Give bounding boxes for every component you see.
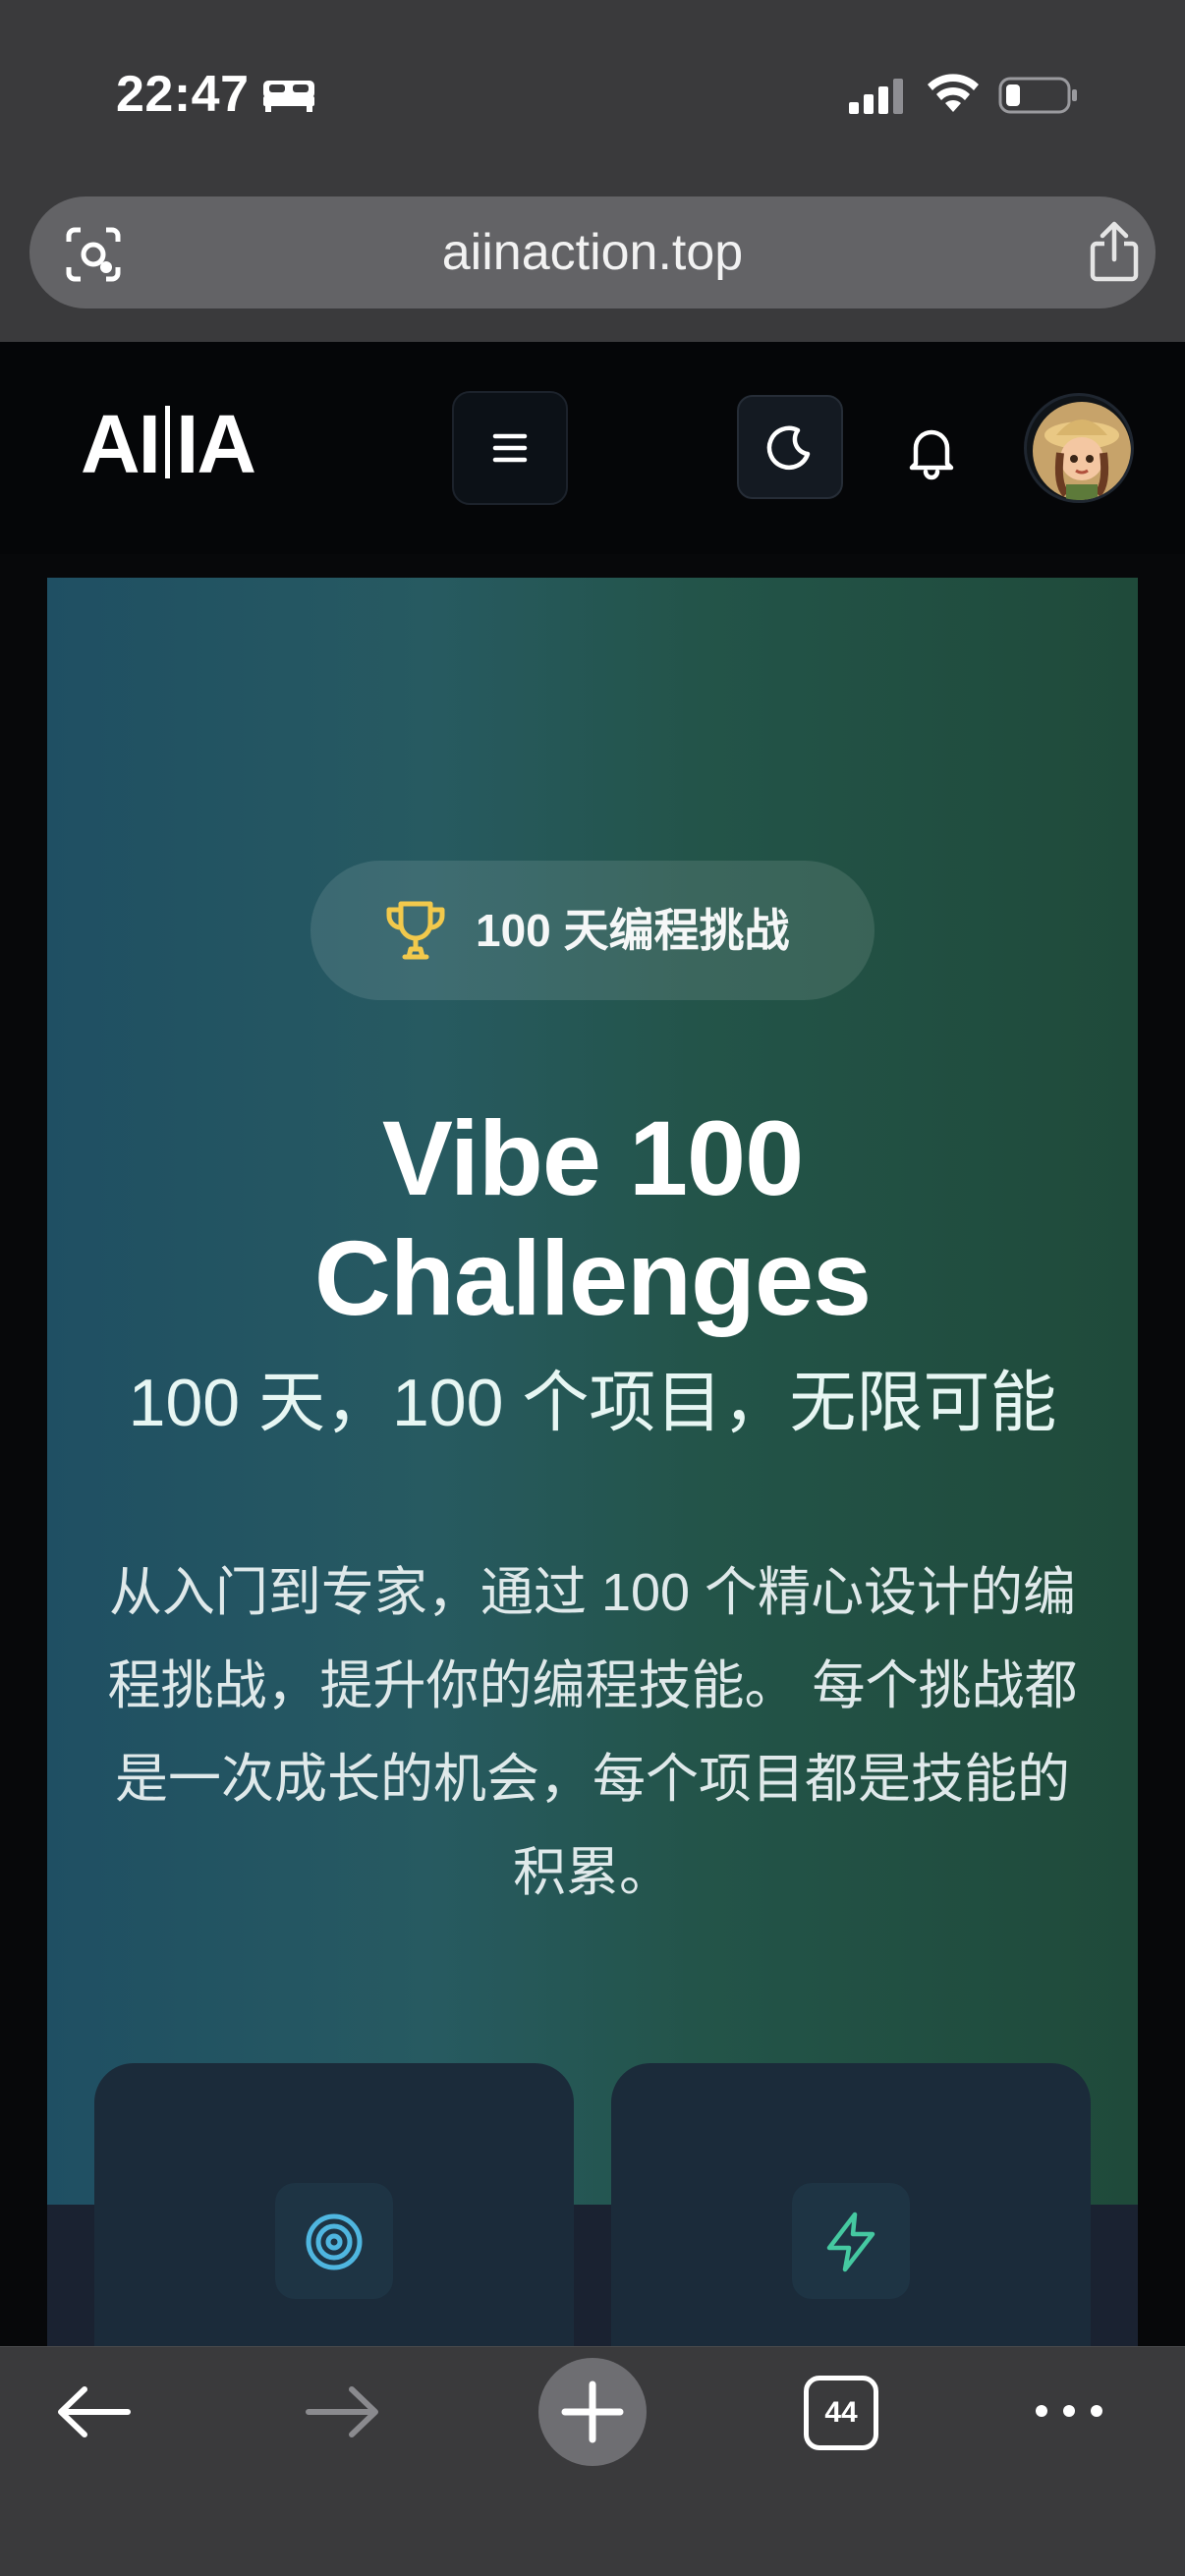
cellular-signal-icon: [849, 79, 903, 114]
badge-label: 100 天编程挑战: [476, 905, 790, 956]
plus-icon: [561, 2380, 624, 2443]
target-icon: [306, 2213, 363, 2270]
battery-icon: [998, 77, 1077, 114]
forward-arrow-icon: [306, 2386, 378, 2437]
back-arrow-icon: [58, 2386, 131, 2437]
status-time: 22:47: [116, 66, 250, 123]
feature-icon-box: [792, 2183, 910, 2299]
notifications-button[interactable]: [892, 411, 971, 489]
theme-toggle-button[interactable]: [737, 395, 843, 499]
hamburger-menu-icon: [492, 433, 528, 463]
logo-divider: [165, 406, 170, 478]
wifi-icon: [928, 74, 979, 112]
forward-button[interactable]: [303, 2378, 381, 2446]
status-bar: 22:47 aiinaction.top: [0, 0, 1185, 308]
hero-title-line-2: Challenges: [313, 1218, 872, 1337]
url-text[interactable]: aiinaction.top: [29, 196, 1156, 308]
tabs-button[interactable]: 44: [804, 2376, 878, 2450]
more-icon: [1036, 2405, 1102, 2417]
moon-icon: [766, 425, 811, 471]
address-bar[interactable]: aiinaction.top: [29, 196, 1156, 308]
hero-subtitle: 100 天，100 个项目，无限可能: [128, 1366, 1057, 1440]
bell-icon: [909, 429, 954, 480]
tabs-count: 44: [824, 2396, 858, 2429]
back-button[interactable]: [55, 2378, 134, 2446]
lightning-icon: [826, 2212, 875, 2272]
trophy-icon: [386, 901, 445, 960]
site-logo[interactable]: AI IA: [81, 397, 256, 492]
new-tab-button[interactable]: [538, 2358, 647, 2466]
feature-card[interactable]: [611, 2063, 1091, 2348]
hero-title: Vibe 100 Challenges: [47, 1098, 1138, 1338]
bed-icon: [263, 81, 314, 112]
hero-title-line-1: Vibe 100: [381, 1098, 804, 1217]
avatar[interactable]: [1024, 393, 1134, 503]
share-icon[interactable]: [1087, 220, 1142, 283]
menu-button[interactable]: [452, 391, 568, 505]
more-button[interactable]: [1032, 2391, 1106, 2431]
hero-description: 从入门到专家，通过 100 个精心设计的编程挑战，提升你的编程技能。 每个挑战都…: [107, 1563, 1078, 1902]
challenge-badge: 100 天编程挑战: [310, 861, 875, 1000]
feature-icon-box: [275, 2183, 393, 2299]
feature-card[interactable]: [94, 2063, 574, 2348]
